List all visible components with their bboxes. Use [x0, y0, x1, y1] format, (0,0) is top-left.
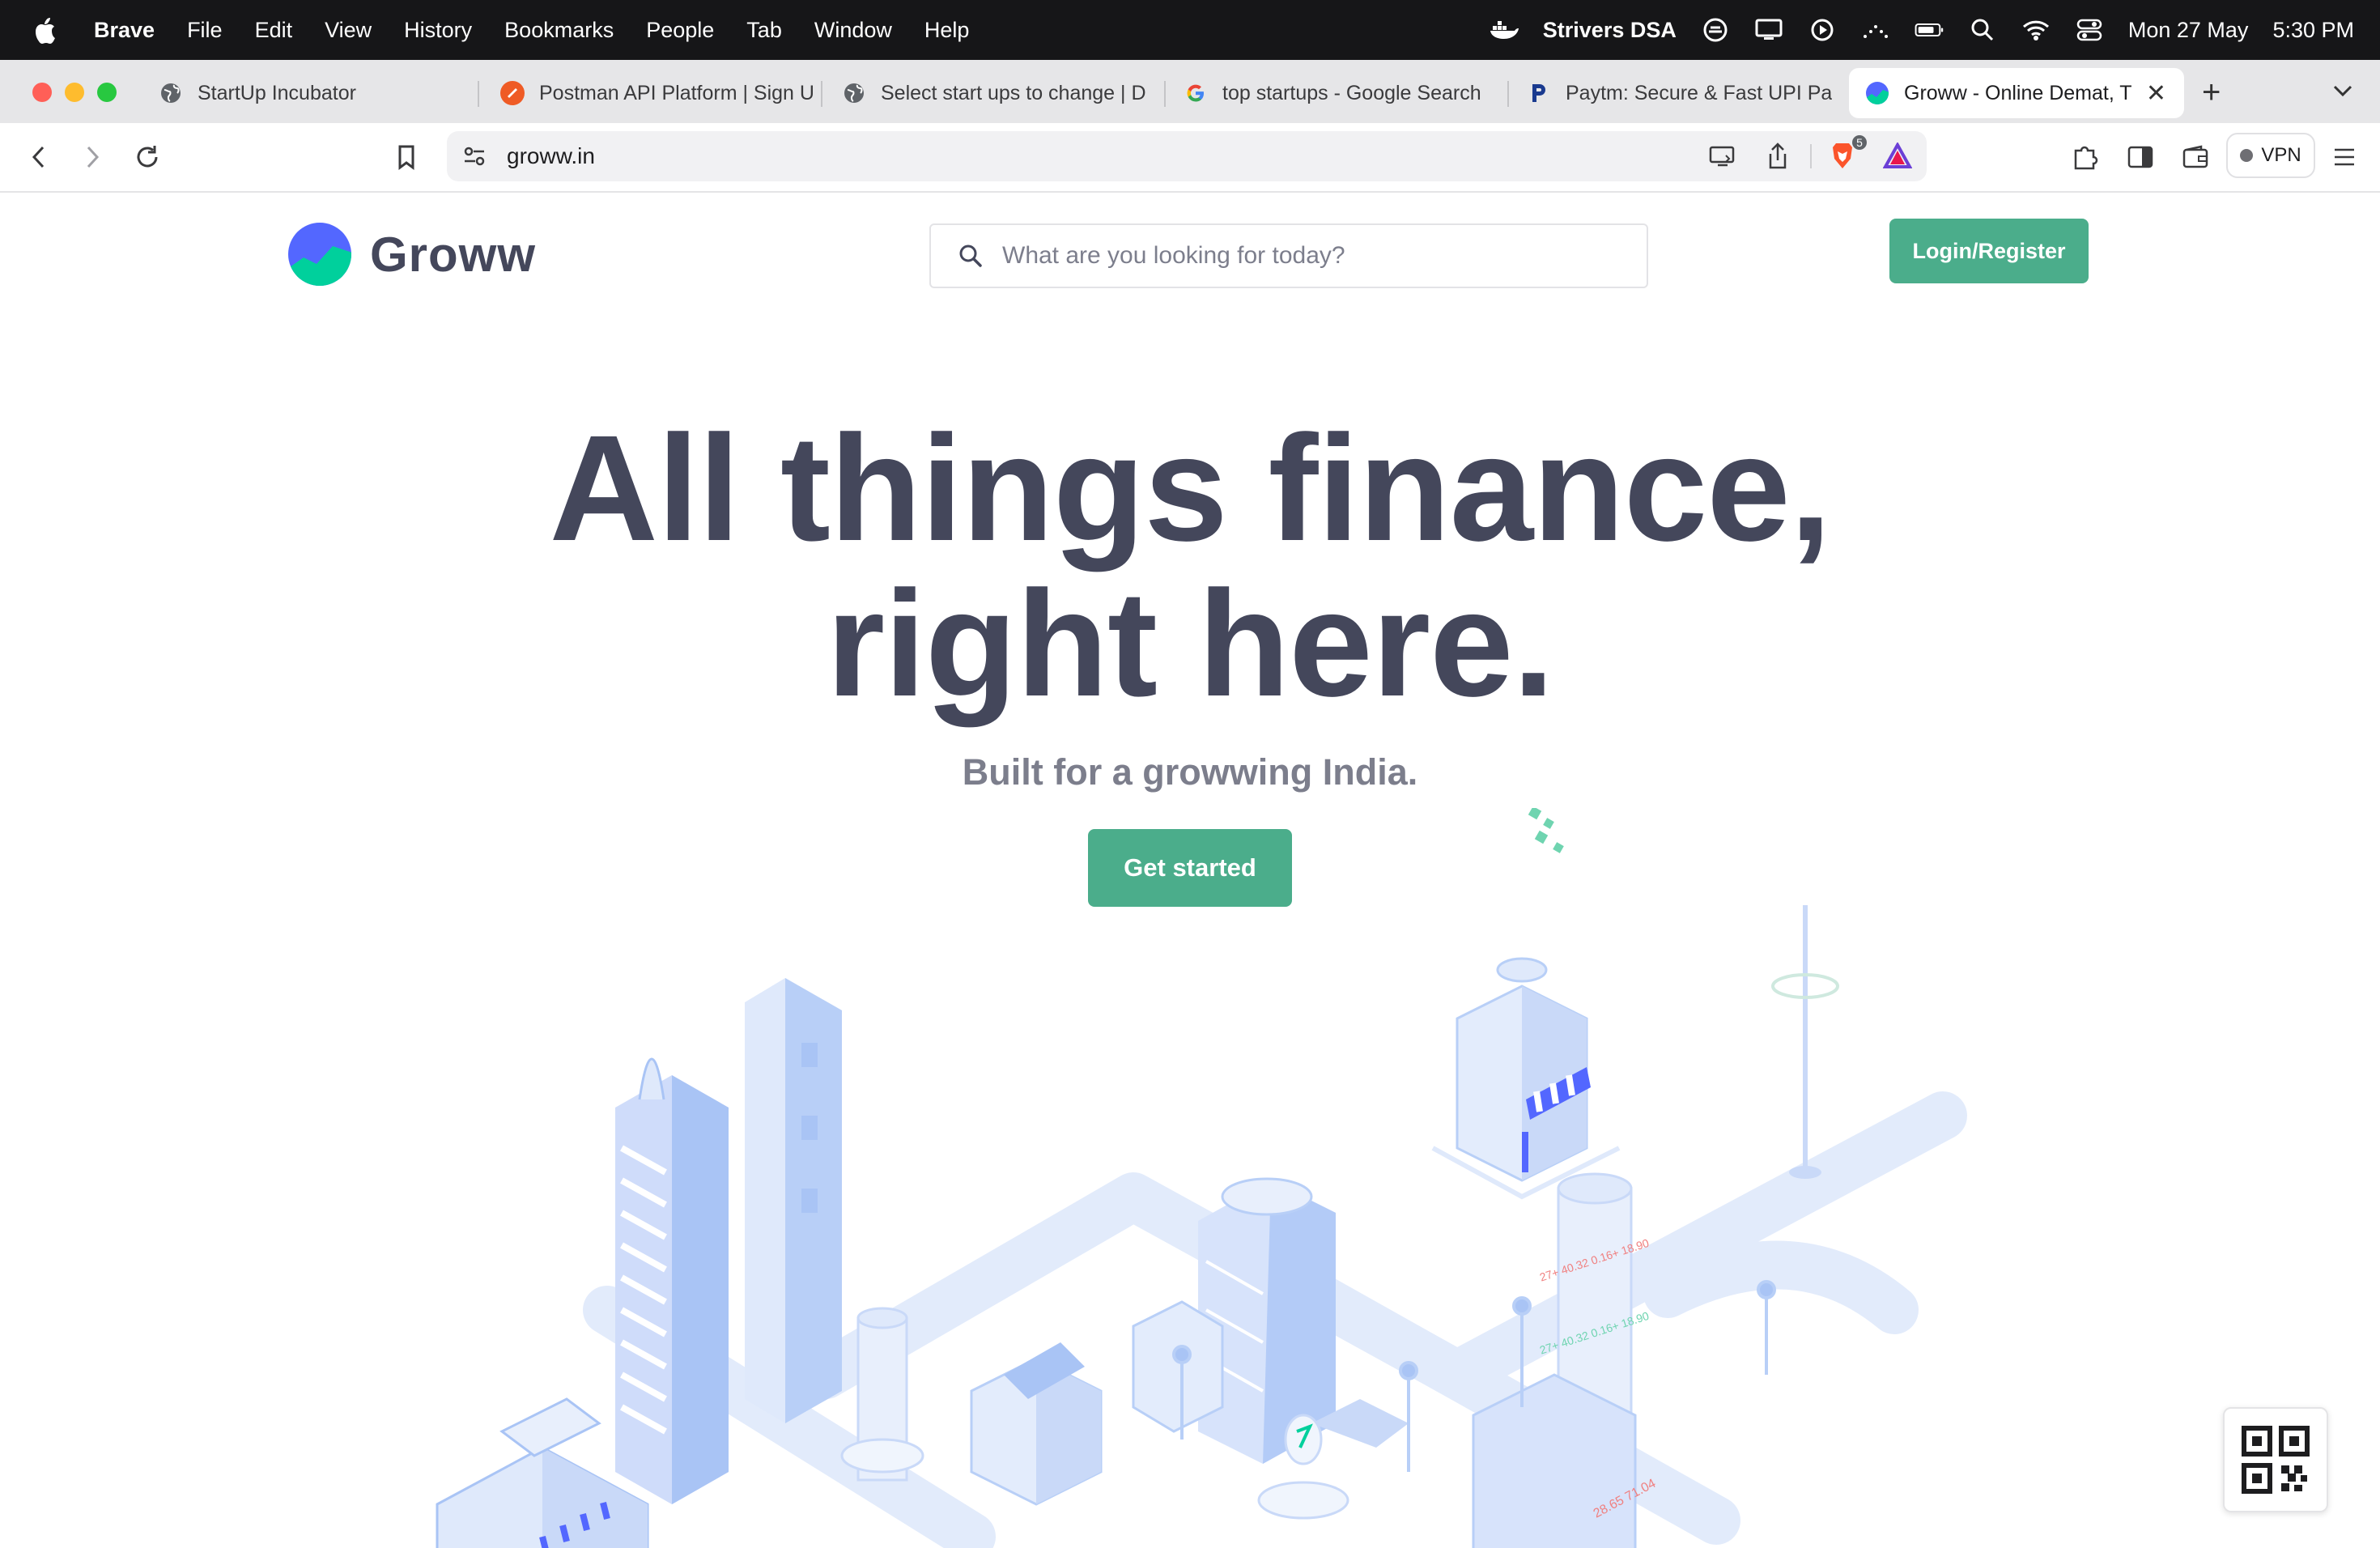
- brave-shields-icon[interactable]: 5: [1826, 135, 1867, 172]
- browser-toolbar: groww.in 5 VPN: [0, 123, 2380, 193]
- apple-icon[interactable]: [32, 16, 57, 44]
- tab-list-chevron-icon[interactable]: [2331, 83, 2354, 103]
- sidebar-icon[interactable]: [2124, 141, 2157, 173]
- vpn-button[interactable]: VPN: [2226, 133, 2315, 178]
- back-icon[interactable]: [23, 141, 55, 173]
- activity-icon[interactable]: [1861, 18, 1890, 42]
- display-icon[interactable]: [1754, 18, 1783, 42]
- menu-bar: Brave File Edit View History Bookmarks P…: [0, 0, 2380, 60]
- google-icon: [1184, 81, 1208, 105]
- groww-logo-icon: [288, 223, 351, 286]
- qr-code-icon: [2242, 1426, 2310, 1494]
- hero-line-1: All things finance,: [549, 405, 1832, 572]
- globe-icon: [159, 81, 183, 105]
- globe-icon: [842, 81, 866, 105]
- tab-groww[interactable]: Groww - Online Demat, T ✕: [1849, 68, 2184, 118]
- bookmark-icon[interactable]: [390, 141, 423, 173]
- shields-badge: 5: [1852, 135, 1867, 150]
- spotlight-search-icon[interactable]: [1968, 18, 1997, 42]
- tab-title: top startups - Google Search: [1222, 81, 1481, 104]
- vpn-status-icon: [2240, 149, 2254, 162]
- share-icon[interactable]: [1762, 140, 1794, 172]
- groww-logo[interactable]: Groww: [287, 222, 536, 287]
- menu-bookmarks[interactable]: Bookmarks: [504, 0, 614, 60]
- tab-title: Postman API Platform | Sign U: [539, 81, 814, 104]
- forward-icon[interactable]: [76, 141, 108, 173]
- url-text[interactable]: groww.in: [507, 131, 595, 181]
- brave-rewards-icon[interactable]: [1881, 140, 1914, 172]
- login-register-button[interactable]: Login/Register: [1889, 219, 2089, 283]
- hero-heading: All things finance, right here.: [0, 411, 2380, 722]
- tab-paytm[interactable]: Paytm: Secure & Fast UPI Pa: [1511, 68, 1852, 118]
- search-icon: [959, 245, 982, 267]
- reload-icon[interactable]: [131, 141, 164, 173]
- tab-strip: StartUp Incubator Postman API Platform |…: [0, 60, 2380, 123]
- menu-window[interactable]: Window: [814, 0, 892, 60]
- toolbar-divider: [1810, 144, 1812, 168]
- city-illustration: 27+ 40.32 0.16+ 18.90 27+ 40.32 0.16+ 18…: [436, 808, 1967, 1548]
- cast-icon[interactable]: [1706, 140, 1739, 172]
- groww-icon: [1865, 81, 1889, 105]
- site-settings-icon[interactable]: [458, 140, 491, 172]
- vpn-label: VPN: [2261, 144, 2301, 166]
- menu-file[interactable]: File: [187, 0, 223, 60]
- address-bar[interactable]: groww.in 5: [447, 131, 1927, 181]
- close-window-button[interactable]: [32, 83, 52, 102]
- brand-name: Groww: [370, 227, 537, 282]
- site-search-box[interactable]: [929, 223, 1648, 288]
- tab-title: Paytm: Secure & Fast UPI Pa: [1566, 81, 1833, 104]
- menu-people[interactable]: People: [646, 0, 714, 60]
- postman-icon: [500, 81, 525, 105]
- wifi-icon[interactable]: [2021, 18, 2051, 42]
- cloud-sync-icon[interactable]: [1701, 18, 1730, 42]
- menu-history[interactable]: History: [404, 0, 472, 60]
- paytm-icon: [1527, 81, 1551, 105]
- qr-code-button[interactable]: [2223, 1407, 2328, 1512]
- zoom-window-button[interactable]: [97, 83, 117, 102]
- tab-title: Select start ups to change | D: [881, 81, 1146, 104]
- menu-tab[interactable]: Tab: [746, 0, 782, 60]
- wallet-icon[interactable]: [2179, 141, 2212, 173]
- hero-tagline: Built for a growwing India.: [962, 751, 1418, 793]
- window-controls: [32, 83, 117, 102]
- control-center-icon[interactable]: [2075, 18, 2104, 42]
- play-icon[interactable]: [1808, 18, 1837, 42]
- tab-title: Groww - Online Demat, T: [1904, 81, 2132, 104]
- new-tab-button[interactable]: +: [2202, 76, 2221, 108]
- tab-startup-incubator[interactable]: StartUp Incubator: [142, 68, 479, 118]
- menu-edit[interactable]: Edit: [255, 0, 293, 60]
- search-input[interactable]: [1001, 241, 1635, 270]
- close-tab-icon[interactable]: ✕: [2146, 79, 2166, 108]
- minimize-window-button[interactable]: [65, 83, 84, 102]
- web-page: Groww Login/Register All things finance,…: [0, 193, 2380, 1548]
- menubar-date[interactable]: Mon 27 May: [2128, 18, 2249, 43]
- menu-view[interactable]: View: [325, 0, 372, 60]
- menu-app-name[interactable]: Brave: [94, 0, 155, 60]
- extensions-icon[interactable]: [2069, 141, 2102, 173]
- battery-icon[interactable]: [1915, 18, 1944, 42]
- tab-select-startups[interactable]: Select start ups to change | D: [826, 68, 1166, 118]
- hamburger-menu-icon[interactable]: [2328, 141, 2361, 173]
- tab-google-search[interactable]: top startups - Google Search: [1167, 68, 1509, 118]
- menu-help[interactable]: Help: [924, 0, 970, 60]
- docker-icon[interactable]: [1490, 18, 1519, 42]
- hero-line-2: right here.: [826, 560, 1554, 728]
- tab-postman[interactable]: Postman API Platform | Sign U: [484, 68, 822, 118]
- status-label[interactable]: Strivers DSA: [1543, 18, 1677, 43]
- menubar-time[interactable]: 5:30 PM: [2272, 18, 2354, 43]
- tab-title: StartUp Incubator: [198, 81, 356, 104]
